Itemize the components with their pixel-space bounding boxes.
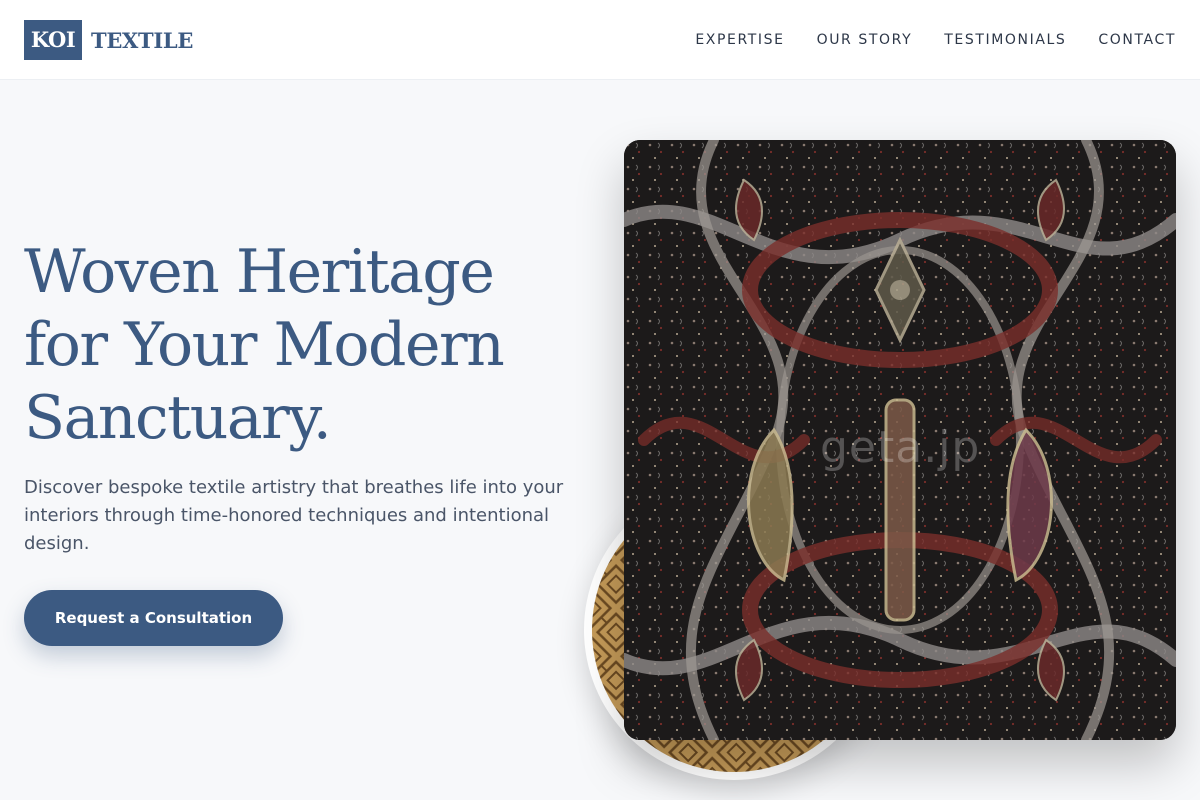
hero-title: Woven Heritage for Your Modern Sanctuary. <box>24 236 584 455</box>
hero-textile-image: geta.jp <box>624 140 1176 740</box>
request-consultation-button[interactable]: Request a Consultation <box>24 590 283 646</box>
nav-link-our-story[interactable]: OUR STORY <box>817 30 913 50</box>
image-watermark: geta.jp <box>820 422 981 473</box>
hero-title-line-1: Woven Heritage <box>24 237 495 307</box>
nav-link-testimonials[interactable]: TESTIMONIALS <box>944 30 1066 50</box>
hero-title-line-2: for Your Modern <box>24 310 505 380</box>
logo-mark: KOI <box>24 20 82 60</box>
hero-title-line-3: Sanctuary. <box>24 383 332 453</box>
brand-logo[interactable]: KOI TEXTILE <box>24 20 193 60</box>
nav-link-expertise[interactable]: EXPERTISE <box>695 30 784 50</box>
nav-link-contact[interactable]: CONTACT <box>1098 30 1176 50</box>
logo-wordmark: TEXTILE <box>91 27 194 53</box>
site-header: KOI TEXTILE EXPERTISE OUR STORY TESTIMON… <box>0 0 1200 80</box>
hero-subtitle: Discover bespoke textile artistry that b… <box>24 477 564 554</box>
main-nav: EXPERTISE OUR STORY TESTIMONIALS CONTACT <box>663 30 1176 50</box>
